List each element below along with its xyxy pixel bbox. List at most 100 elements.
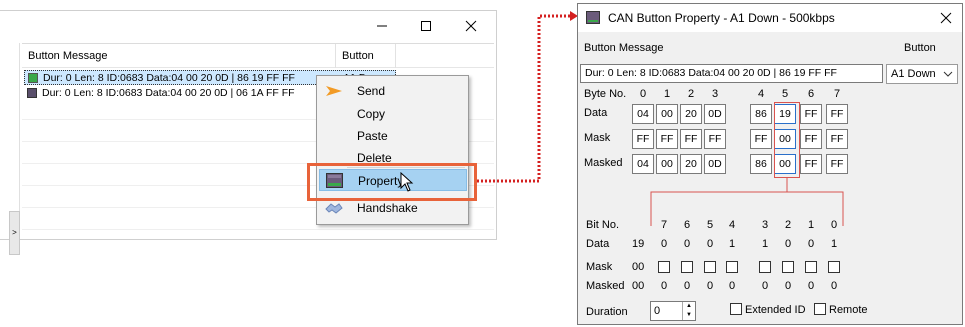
- masked-bit-value: 0: [761, 280, 769, 292]
- masked-bit-value: 0: [807, 280, 815, 292]
- bit-mask-label: Mask: [586, 261, 613, 273]
- data-byte-field[interactable]: 0D: [704, 104, 726, 124]
- spin-down-icon[interactable]: ▼: [683, 311, 695, 320]
- collapse-handle[interactable]: >: [9, 211, 20, 255]
- bit-mask-hex: 00: [632, 261, 645, 273]
- bit-number: 2: [784, 219, 792, 231]
- app-icon: [586, 11, 600, 24]
- masked-row-label: Masked: [584, 157, 623, 169]
- data-byte-field[interactable]: 86: [750, 104, 772, 124]
- dialog-title: CAN Button Property - A1 Down - 500kbps: [608, 11, 835, 25]
- mask-row-label: Mask: [584, 132, 611, 144]
- masked-byte-field[interactable]: 00: [656, 154, 678, 174]
- byte-number: 2: [688, 88, 695, 100]
- masked-byte-field[interactable]: 86: [750, 154, 772, 174]
- bit-number: 1: [807, 219, 815, 231]
- masked-bit-value: 0: [728, 280, 736, 292]
- duration-spin[interactable]: ▲ ▼: [682, 302, 695, 320]
- menu-item-copy[interactable]: Copy: [319, 103, 467, 125]
- maximize-button[interactable]: [412, 15, 440, 37]
- data-bit-value: 0: [683, 238, 691, 250]
- spin-up-icon[interactable]: ▲: [683, 302, 695, 311]
- extended-id-checkbox[interactable]: [730, 303, 742, 315]
- data-byte-field[interactable]: 20: [680, 104, 702, 124]
- duration-value: 0: [654, 305, 661, 317]
- masked-byte-field[interactable]: FF: [826, 154, 848, 174]
- byte-no-label: Byte No.: [584, 88, 627, 100]
- menu-item-label: Copy: [357, 107, 386, 121]
- message-icon: [28, 73, 38, 83]
- remote-label: Remote: [829, 304, 868, 316]
- message-text: Dur: 0 Len: 8 ID:0683 Data:04 00 20 0D |…: [42, 87, 295, 99]
- selected-byte-frame: [774, 102, 800, 178]
- pointer-arrow: [477, 11, 578, 183]
- bit-data-hex: 19: [632, 238, 645, 250]
- duration-stepper[interactable]: 0 ▲ ▼: [650, 301, 696, 321]
- button-label: Button: [904, 42, 936, 54]
- maximize-icon: [421, 21, 431, 31]
- mask-bit-checkbox[interactable]: [805, 261, 817, 273]
- mask-byte-field[interactable]: FF: [800, 129, 822, 149]
- bit-number: 3: [761, 219, 769, 231]
- data-row-label: Data: [584, 107, 608, 119]
- mask-byte-field[interactable]: FF: [632, 129, 654, 149]
- data-bit-value: 1: [830, 238, 838, 250]
- masked-byte-field[interactable]: 0D: [704, 154, 726, 174]
- mask-bit-checkbox[interactable]: [726, 261, 738, 273]
- minimize-button[interactable]: [368, 15, 396, 37]
- menu-item-label: Paste: [357, 129, 388, 143]
- mask-bit-checkbox[interactable]: [828, 261, 840, 273]
- bit-number: 6: [683, 219, 691, 231]
- masked-bit-value: 0: [784, 280, 792, 292]
- data-byte-field[interactable]: 04: [632, 104, 654, 124]
- data-bit-value: 1: [728, 238, 736, 250]
- side-panel-edge: >: [0, 43, 20, 255]
- dialog-titlebar[interactable]: CAN Button Property - A1 Down - 500kbps: [578, 4, 962, 32]
- message-field[interactable]: Dur: 0 Len: 8 ID:0683 Data:04 00 20 0D |…: [580, 64, 883, 83]
- data-byte-field[interactable]: 00: [656, 104, 678, 124]
- mask-byte-field[interactable]: FF: [704, 129, 726, 149]
- masked-byte-field[interactable]: 04: [632, 154, 654, 174]
- mask-bit-checkbox[interactable]: [658, 261, 670, 273]
- data-bit-value: 0: [807, 238, 815, 250]
- byte-number: 4: [758, 88, 765, 100]
- mask-bit-checkbox[interactable]: [782, 261, 794, 273]
- menu-item-paste[interactable]: Paste: [319, 125, 467, 147]
- menu-item-send[interactable]: Send: [319, 80, 467, 102]
- menu-item-label: Handshake: [357, 201, 418, 215]
- column-header-button[interactable]: Button: [336, 44, 396, 68]
- mask-byte-field[interactable]: FF: [680, 129, 702, 149]
- column-header-message[interactable]: Button Message: [22, 44, 336, 68]
- message-icon: [27, 88, 37, 98]
- bit-masked-label: Masked: [586, 280, 625, 292]
- mask-byte-field[interactable]: FF: [656, 129, 678, 149]
- bit-number: 5: [706, 219, 714, 231]
- masked-byte-field[interactable]: 20: [680, 154, 702, 174]
- masked-bit-value: 0: [660, 280, 668, 292]
- byte-number: 7: [834, 88, 841, 100]
- data-byte-field[interactable]: FF: [800, 104, 822, 124]
- context-menu: Send Copy Paste Delete Property Handshak…: [316, 75, 469, 225]
- remote-checkbox[interactable]: [814, 303, 826, 315]
- masked-bit-value: 0: [830, 280, 838, 292]
- bit-no-label: Bit No.: [586, 219, 620, 231]
- mask-bit-checkbox[interactable]: [759, 261, 771, 273]
- data-byte-field[interactable]: FF: [826, 104, 848, 124]
- property-highlight-box: [307, 163, 477, 201]
- mask-bit-checkbox[interactable]: [704, 261, 716, 273]
- handshake-icon: [325, 203, 343, 214]
- byte-number: 0: [640, 88, 647, 100]
- menu-item-label: Send: [357, 84, 386, 98]
- data-bit-value: 0: [660, 238, 668, 250]
- button-select[interactable]: A1 Down: [886, 64, 958, 84]
- mouse-cursor-icon: [400, 172, 414, 192]
- byte-number: 6: [808, 88, 815, 100]
- close-icon[interactable]: [938, 10, 954, 26]
- masked-bit-value: 0: [706, 280, 714, 292]
- data-bit-value: 1: [761, 238, 769, 250]
- mask-bit-checkbox[interactable]: [681, 261, 693, 273]
- mask-byte-field[interactable]: FF: [826, 129, 848, 149]
- mask-byte-field[interactable]: FF: [750, 129, 772, 149]
- masked-byte-field[interactable]: FF: [800, 154, 822, 174]
- bit-masked-hex: 00: [632, 280, 645, 292]
